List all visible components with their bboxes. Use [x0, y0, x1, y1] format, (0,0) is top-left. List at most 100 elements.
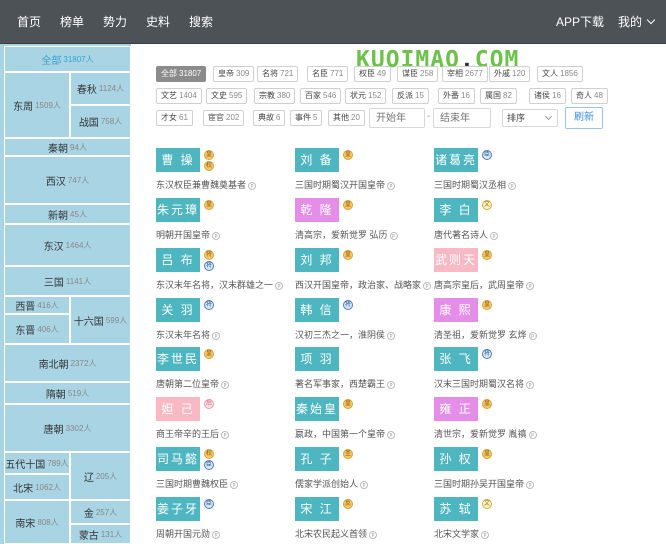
- sidebar-item-xijin[interactable]: 西晋 416人: [4, 296, 70, 314]
- filter-tag[interactable]: 谋臣 258: [397, 66, 439, 82]
- sidebar-item-all[interactable]: 全部 31807人: [4, 46, 131, 72]
- person-name[interactable]: 妲 己: [156, 397, 200, 421]
- sidebar-item-qin[interactable]: 秦朝 94人: [4, 138, 131, 156]
- nav-history[interactable]: 史料: [146, 0, 170, 44]
- pc-icon: p: [387, 430, 396, 439]
- sidebar-item-sui[interactable]: 隋朝 519人: [4, 382, 131, 404]
- filter-tag[interactable]: 诸侯 16: [529, 88, 566, 104]
- person-badges: 皇: [482, 300, 492, 311]
- person-name[interactable]: 刘 备: [295, 148, 339, 172]
- nav-home[interactable]: 首页: [17, 0, 41, 44]
- person-name[interactable]: 武则天: [434, 248, 478, 272]
- pc-icon: p: [212, 530, 221, 539]
- sort-select[interactable]: 排序: [502, 109, 558, 127]
- sidebar-item-liao[interactable]: 辽 205人: [70, 452, 131, 500]
- filter-tag-count: 202: [226, 113, 240, 122]
- filter-tag[interactable]: 皇帝 309: [213, 66, 255, 82]
- filter-tag[interactable]: 名将 721: [257, 66, 299, 82]
- person-name[interactable]: 项 羽: [295, 347, 339, 371]
- person-name[interactable]: 朱元璋: [156, 198, 200, 222]
- sidebar-item-dongzhou[interactable]: 东周 1509人: [4, 72, 70, 138]
- person-name[interactable]: 李世民: [156, 347, 200, 371]
- sidebar-item-label: 全部: [41, 55, 62, 67]
- start-year-input[interactable]: [369, 108, 425, 128]
- person-name[interactable]: 张 飞: [434, 347, 478, 371]
- filter-tag[interactable]: 文人 1856: [537, 66, 583, 82]
- sidebar-item-xihan[interactable]: 西汉 747人: [4, 156, 131, 204]
- filter-tag[interactable]: 才女 61: [156, 110, 193, 126]
- person-description-text: 著名军事家，西楚霸王: [295, 379, 386, 389]
- person-name[interactable]: 关 羽: [156, 298, 200, 322]
- sidebar-item-zhanguo[interactable]: 战国 758人: [70, 105, 131, 138]
- filter-tag[interactable]: 全部 31807: [156, 66, 207, 82]
- person-name[interactable]: 孙 权: [434, 447, 478, 471]
- filter-tag[interactable]: 名臣 771: [307, 66, 349, 82]
- filter-tag[interactable]: 宦官 202: [203, 110, 245, 126]
- sidebar-item-nanbeichao[interactable]: 南北朝 2372人: [4, 344, 131, 382]
- filter-tag-label: 百家: [305, 91, 321, 100]
- filter-tag[interactable]: 文史 595: [206, 88, 248, 104]
- filter-tag-count: 48: [594, 91, 603, 100]
- nav-search[interactable]: 搜索: [189, 0, 213, 44]
- sidebar-item-dongjin[interactable]: 东晋 406人: [4, 314, 70, 344]
- person-description-text: 唐代著名诗人: [434, 230, 489, 240]
- filter-tag[interactable]: 其他 20: [328, 110, 365, 126]
- person-name[interactable]: 康 熙: [434, 298, 478, 322]
- filter-tag[interactable]: 文艺 1404: [156, 88, 202, 104]
- filter-tag[interactable]: 百家 546: [300, 88, 342, 104]
- person-name[interactable]: 乾 隆: [295, 198, 339, 222]
- filter-tag-label: 才女: [161, 113, 177, 122]
- my-account-menu[interactable]: 我的: [618, 0, 656, 44]
- filter-tag[interactable]: 外番 16: [438, 88, 475, 104]
- sidebar-item-beisong[interactable]: 北宋 1062人: [4, 474, 70, 500]
- sidebar-item-shiliuguo[interactable]: 十六国 599人: [70, 296, 131, 344]
- filter-tag[interactable]: 典故 6: [253, 110, 286, 126]
- filter-tag[interactable]: 外戚 120: [489, 66, 531, 82]
- pc-icon: p: [508, 181, 517, 190]
- category-badge-icon: 皇: [482, 250, 492, 260]
- person-name[interactable]: 李 白: [434, 198, 478, 222]
- sidebar-item-count: 94人: [70, 142, 87, 152]
- person-name[interactable]: 秦始皇: [295, 397, 339, 421]
- sidebar-item-tang[interactable]: 唐朝 3302人: [4, 404, 131, 452]
- person-name[interactable]: 诸葛亮: [434, 148, 478, 172]
- filter-tag[interactable]: 事件 5: [290, 110, 323, 126]
- nav-powers[interactable]: 势力: [103, 0, 127, 44]
- nav-rankings[interactable]: 榜单: [60, 0, 84, 44]
- top-navbar: 首页 榜单 势力 史料 搜索 APP下载 我的: [0, 0, 666, 44]
- sidebar-item-jin[interactable]: 金 257人: [70, 500, 131, 524]
- sidebar-item-xin[interactable]: 新朝 45人: [4, 204, 131, 224]
- app-download-link[interactable]: APP下载: [556, 0, 604, 44]
- person-name[interactable]: 姜子牙: [156, 497, 200, 521]
- filter-tag[interactable]: 权臣 49: [354, 66, 391, 82]
- person-name[interactable]: 曹 操: [156, 148, 200, 172]
- person-name[interactable]: 苏 轼: [434, 497, 478, 521]
- end-year-input[interactable]: [433, 108, 491, 128]
- sidebar-item-menggu[interactable]: 蒙古 131人: [70, 524, 131, 544]
- person-name[interactable]: 吕 布: [156, 248, 200, 272]
- filter-tag[interactable]: 反派 15: [392, 88, 429, 104]
- person-name[interactable]: 韩 信: [295, 298, 339, 322]
- person-badges: 臣: [482, 150, 492, 161]
- person-name[interactable]: 刘 邦: [295, 248, 339, 272]
- sidebar-item-wudaishiguo[interactable]: 五代十国 789人: [4, 452, 70, 474]
- person-name[interactable]: 雍 正: [434, 397, 478, 421]
- person-name[interactable]: 司马懿: [156, 447, 200, 471]
- sidebar-item-label: 三国: [43, 277, 64, 289]
- filter-tag[interactable]: 属国 82: [480, 88, 517, 104]
- filter-tag[interactable]: 宰相 2677: [442, 66, 488, 82]
- sidebar-item-sanguo[interactable]: 三国 1141人: [4, 266, 131, 296]
- person-description-text: 东汉权臣兼曹魏奠基者: [156, 180, 247, 190]
- filter-tag[interactable]: 宗教 380: [254, 88, 296, 104]
- refresh-button[interactable]: 刷新: [565, 107, 603, 129]
- filter-tag[interactable]: 状元 152: [345, 88, 387, 104]
- sidebar-item-count: 1464人: [65, 240, 92, 250]
- person-name[interactable]: 宋 江: [295, 497, 339, 521]
- sidebar-item-count: 789人: [47, 458, 69, 468]
- filter-tag-count: 595: [229, 91, 243, 100]
- sidebar-item-chunqiu[interactable]: 春秋 1124人: [70, 72, 131, 105]
- person-name[interactable]: 孔 子: [295, 447, 339, 471]
- sidebar-item-donghan[interactable]: 东汉 1464人: [4, 224, 131, 266]
- filter-tag[interactable]: 奇人 48: [571, 88, 608, 104]
- sidebar-item-nansong[interactable]: 南宋 808人: [4, 500, 70, 544]
